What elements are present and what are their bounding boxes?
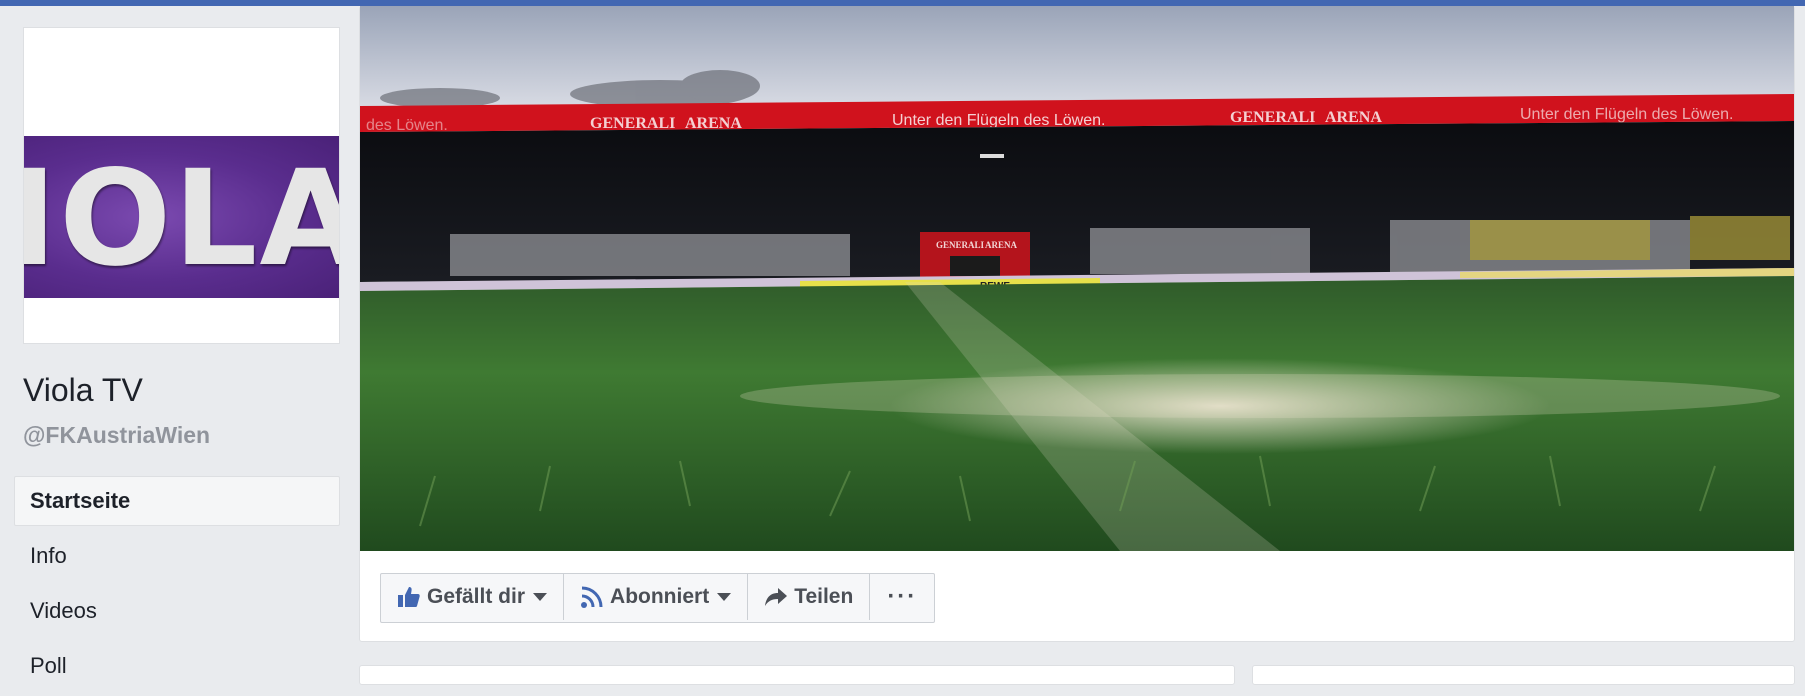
profile-picture[interactable]: IOLA (23, 27, 340, 344)
svg-text:GENERALI: GENERALI (1230, 109, 1315, 126)
content-card-left (359, 665, 1235, 685)
cover-photo-image: des Löwen. GENERALI ARENA Unter den Flüg… (360, 6, 1794, 551)
svg-text:GENERALI: GENERALI (936, 240, 985, 250)
chevron-down-icon (533, 593, 548, 601)
like-button[interactable]: Gefällt dir (381, 574, 565, 620)
rss-icon (581, 586, 603, 608)
more-options-button[interactable]: ··· (870, 574, 934, 620)
chevron-down-icon (717, 593, 732, 601)
follow-button[interactable]: Abonniert (564, 574, 749, 620)
page-handle[interactable]: @FKAustriaWien (23, 422, 210, 449)
svg-text:ARENA: ARENA (985, 240, 1018, 250)
svg-text:ARENA: ARENA (1325, 109, 1382, 126)
profile-logo-band: IOLA (24, 136, 339, 298)
more-dots-icon: ··· (887, 583, 918, 610)
like-label: Gefällt dir (427, 585, 526, 608)
thumbs-up-icon (398, 587, 420, 607)
svg-text:GENERALI: GENERALI (590, 115, 675, 132)
content-card-right (1252, 665, 1795, 685)
cover-photo[interactable]: des Löwen. GENERALI ARENA Unter den Flüg… (360, 6, 1794, 551)
nav-item-videos[interactable]: Videos (14, 586, 340, 636)
follow-label: Abonniert (610, 585, 710, 608)
nav-item-info[interactable]: Info (14, 531, 340, 581)
share-label: Teilen (794, 585, 854, 608)
page-action-bar: Gefällt dir Abonniert Teilen ··· (380, 573, 936, 623)
svg-text:Unter den Flügeln des Löwen.: Unter den Flügeln des Löwen. (892, 112, 1105, 129)
share-button[interactable]: Teilen (748, 574, 871, 620)
nav-item-startseite[interactable]: Startseite (14, 476, 340, 526)
svg-text:Unter den Flügeln des Löwen.: Unter den Flügeln des Löwen. (1520, 106, 1733, 123)
nav-item-poll[interactable]: Poll (14, 641, 340, 691)
page-nav: Startseite Info Videos Poll (14, 476, 340, 696)
share-arrow-icon (765, 588, 788, 606)
page-title[interactable]: Viola TV (23, 372, 143, 409)
profile-logo-text: IOLA (24, 142, 339, 296)
